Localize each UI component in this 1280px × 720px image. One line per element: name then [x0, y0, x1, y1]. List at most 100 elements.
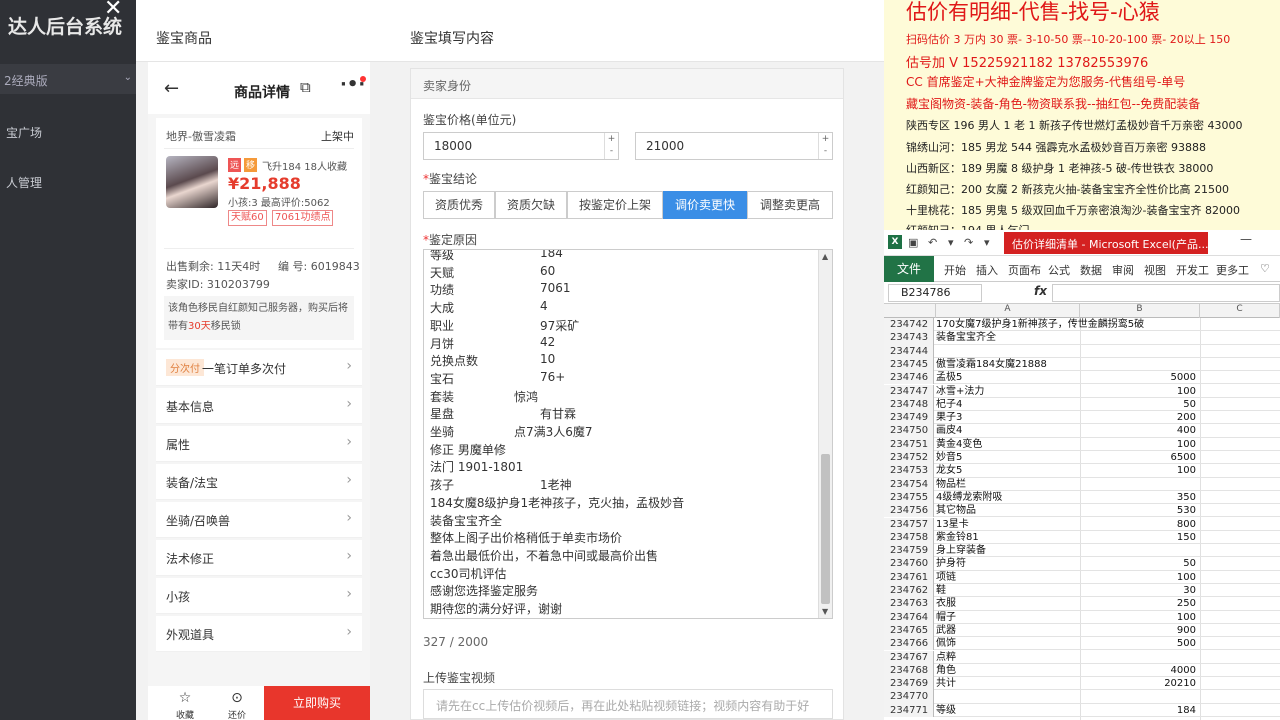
- table-row[interactable]: 234742 170女魔7级护身1新神孩子，传世金麟拐鸾5破: [884, 318, 1280, 332]
- ribbon-tab[interactable]: 更多工: [1216, 262, 1249, 278]
- cell-a[interactable]: 170女魔7级护身1新神孩子，传世金麟拐鸾5破: [936, 318, 1144, 331]
- ribbon-tab[interactable]: 公式: [1048, 262, 1070, 278]
- corner-cell[interactable]: [884, 304, 936, 318]
- version-select[interactable]: 2经典版 ⌄: [0, 64, 136, 94]
- price-max-input[interactable]: 21000 + -: [635, 132, 833, 160]
- row-number[interactable]: 234768: [884, 663, 934, 678]
- table-row[interactable]: 234765 武器 900: [884, 623, 1280, 638]
- row-number[interactable]: 234744: [884, 344, 934, 358]
- column-header-c[interactable]: C: [1200, 304, 1280, 318]
- table-row[interactable]: 234753 龙女5 100: [884, 464, 1280, 478]
- row-number[interactable]: 234769: [884, 677, 934, 691]
- help-icon[interactable]: ♡: [1260, 262, 1270, 275]
- row-number[interactable]: 234763: [884, 597, 934, 611]
- row-number[interactable]: 234758: [884, 530, 934, 545]
- row-number[interactable]: 234743: [884, 331, 934, 345]
- conclusion-option-sell-higher[interactable]: 调整卖更高: [747, 191, 833, 219]
- spreadsheet-grid[interactable]: 234742 170女魔7级护身1新神孩子，传世金麟拐鸾5破 234743 装备宝宝齐…: [884, 318, 1280, 720]
- table-row[interactable]: 234769 共计 20210: [884, 677, 1280, 691]
- cell-b[interactable]: 20210: [1080, 677, 1196, 690]
- cell-a[interactable]: 点粹: [936, 651, 1132, 664]
- buy-now-button[interactable]: 立即购买: [264, 686, 370, 720]
- ribbon-tab[interactable]: 审阅: [1112, 262, 1134, 278]
- cell-b[interactable]: 100: [1080, 464, 1196, 477]
- row-number[interactable]: 234766: [884, 637, 934, 651]
- installment-row[interactable]: 分次付 一笔订单多次付 ›: [156, 350, 362, 386]
- redo-icon[interactable]: ↷: [964, 236, 973, 249]
- cell-b[interactable]: 250: [1080, 597, 1196, 610]
- ribbon-tab[interactable]: 开始: [944, 262, 966, 278]
- cell-b[interactable]: 800: [1080, 518, 1196, 531]
- row-number[interactable]: 234765: [884, 623, 934, 638]
- price-min-input[interactable]: 18000 + -: [423, 132, 619, 160]
- table-row[interactable]: 234744: [884, 344, 1280, 358]
- customize-icon[interactable]: ▾: [984, 236, 990, 249]
- table-row[interactable]: 234770: [884, 690, 1280, 704]
- column-header-a[interactable]: A: [936, 304, 1080, 318]
- share-icon[interactable]: ⧉: [300, 78, 311, 96]
- row-number[interactable]: 234770: [884, 690, 934, 704]
- scroll-down-icon[interactable]: ▼: [822, 607, 828, 616]
- table-row[interactable]: 234762 鞋 30: [884, 584, 1280, 598]
- ribbon-tab[interactable]: 页面布: [1008, 262, 1041, 278]
- price-max-stepper[interactable]: + -: [818, 133, 832, 159]
- cell-b[interactable]: 100: [1080, 611, 1196, 624]
- row-number[interactable]: 234760: [884, 557, 934, 571]
- conclusion-option-list-price[interactable]: 按鉴定价上架: [567, 191, 663, 219]
- menu-equipment[interactable]: 装备/法宝 ›: [156, 464, 362, 500]
- ribbon-tab[interactable]: 插入: [976, 262, 998, 278]
- table-row[interactable]: 234754 物品栏: [884, 477, 1280, 491]
- ribbon-tab[interactable]: 开发工: [1176, 262, 1209, 278]
- table-row[interactable]: 234747 冰雪+法力 100: [884, 384, 1280, 398]
- table-row[interactable]: 234756 其它物品 530: [884, 504, 1280, 518]
- cell-b[interactable]: 6500: [1080, 451, 1196, 464]
- cell-b[interactable]: 50: [1080, 557, 1196, 570]
- cell-b[interactable]: 350: [1080, 491, 1196, 504]
- name-box[interactable]: B234786: [888, 284, 982, 302]
- nav-item-manage[interactable]: 人管理: [6, 174, 42, 191]
- star-icon[interactable]: ☆: [170, 690, 200, 706]
- cell-b[interactable]: 200: [1080, 411, 1196, 424]
- ribbon-tab[interactable]: 视图: [1144, 262, 1166, 278]
- table-row[interactable]: 234743 装备宝宝齐全: [884, 331, 1280, 345]
- table-row[interactable]: 234750 画皮4 400: [884, 424, 1280, 438]
- cell-a[interactable]: 装备宝宝齐全: [936, 331, 1132, 344]
- table-row[interactable]: 234746 孟极5 5000: [884, 371, 1280, 385]
- row-number[interactable]: 234764: [884, 610, 934, 624]
- textarea-scrollbar[interactable]: ▲ ▼: [818, 250, 832, 618]
- save-icon[interactable]: ▣: [908, 236, 918, 249]
- table-row[interactable]: 234758 紫金铃81 150: [884, 530, 1280, 545]
- menu-spell-mod[interactable]: 法术修正 ›: [156, 540, 362, 576]
- cell-b[interactable]: 184: [1080, 704, 1196, 717]
- cell-b[interactable]: 100: [1080, 385, 1196, 398]
- table-row[interactable]: 234752 妙音5 6500: [884, 451, 1280, 465]
- fx-icon[interactable]: fx: [1034, 284, 1047, 298]
- table-row[interactable]: 234759 身上穿装备: [884, 544, 1280, 558]
- row-number[interactable]: 234762: [884, 584, 934, 598]
- video-link-input[interactable]: 请先在cc上传估价视频后，再在此处粘贴视频链接；视频内容有助于好: [423, 689, 833, 719]
- cell-b[interactable]: 30: [1080, 584, 1196, 597]
- row-number[interactable]: 234754: [884, 477, 934, 491]
- table-row[interactable]: 234764 帽子 100: [884, 610, 1280, 624]
- undo-icon[interactable]: ↶: [928, 236, 937, 249]
- row-number[interactable]: 234756: [884, 504, 934, 518]
- row-number[interactable]: 234755: [884, 490, 934, 505]
- cell-b[interactable]: 400: [1080, 424, 1196, 437]
- table-row[interactable]: 234757 13星卡 800: [884, 517, 1280, 531]
- row-number[interactable]: 234750: [884, 424, 934, 438]
- table-row[interactable]: 234767 点粹: [884, 650, 1280, 664]
- table-row[interactable]: 234748 杞子4 50: [884, 397, 1280, 412]
- table-row[interactable]: 234763 衣服 250: [884, 597, 1280, 611]
- row-number[interactable]: 234767: [884, 650, 934, 664]
- menu-basic-info[interactable]: 基本信息 ›: [156, 388, 362, 424]
- row-number[interactable]: 234745: [884, 357, 934, 372]
- cell-b[interactable]: 50: [1080, 398, 1196, 411]
- row-number[interactable]: 234747: [884, 384, 934, 398]
- bargain-icon[interactable]: ⊙: [222, 690, 252, 706]
- back-arrow-icon[interactable]: ←: [164, 78, 179, 99]
- reason-textarea[interactable]: 等级 184 天赋 60 功绩 7061 大成 4 职业 97采矿 月饼 42 兑换点数 10 宝石 76+ 套…: [423, 249, 833, 619]
- row-number[interactable]: 234757: [884, 517, 934, 531]
- row-number[interactable]: 234759: [884, 544, 934, 558]
- nav-item-square[interactable]: 宝广场: [6, 124, 42, 141]
- table-row[interactable]: 234749 果子3 200: [884, 411, 1280, 425]
